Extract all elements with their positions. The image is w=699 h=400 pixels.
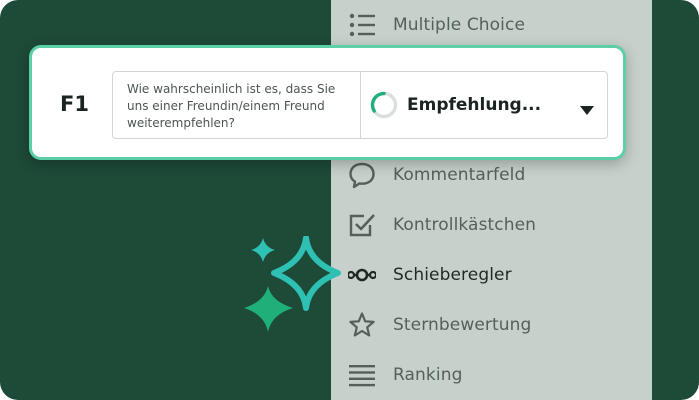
loading-spinner-icon [370,91,398,119]
menu-item-label: Kontrollkästchen [393,215,537,235]
star-icon [347,310,377,340]
question-number: F1 [60,92,89,116]
menu-item-label: Schieberegler [393,265,512,285]
checkbox-icon [347,210,377,240]
menu-item-checkboxes[interactable]: Kontrollkästchen [331,205,652,245]
menu-item-multiple-choice[interactable]: Multiple Choice [331,5,652,45]
question-field: Wie wahrscheinlich ist es, dass Sie uns … [112,71,608,139]
menu-item-star-rating[interactable]: Sternbewertung [331,305,652,345]
question-text[interactable]: Wie wahrscheinlich ist es, dass Sie uns … [127,81,357,132]
ranking-icon [347,360,377,390]
menu-item-label: Sternbewertung [393,315,532,335]
sparkles-icon [243,235,341,334]
chevron-down-icon[interactable] [580,101,594,115]
question-type-select[interactable]: Empfehlung... [361,72,607,138]
menu-item-slider[interactable]: Schieberegler [331,255,652,295]
menu-item-ranking[interactable]: Ranking [331,355,652,395]
menu-item-comment-box[interactable]: Kommentarfeld [331,155,652,195]
menu-item-label: Ranking [393,365,463,385]
question-card[interactable]: F1 Wie wahrscheinlich ist es, dass Sie u… [29,45,626,160]
comment-icon [347,160,377,190]
canvas: Multiple Choice Kommentarfeld Kontrollkä… [0,0,699,400]
slider-icon [347,260,377,290]
menu-item-label: Multiple Choice [393,15,526,35]
list-icon [347,10,377,40]
question-type-value: Empfehlung... [407,95,542,115]
menu-item-label: Kommentarfeld [393,165,526,185]
